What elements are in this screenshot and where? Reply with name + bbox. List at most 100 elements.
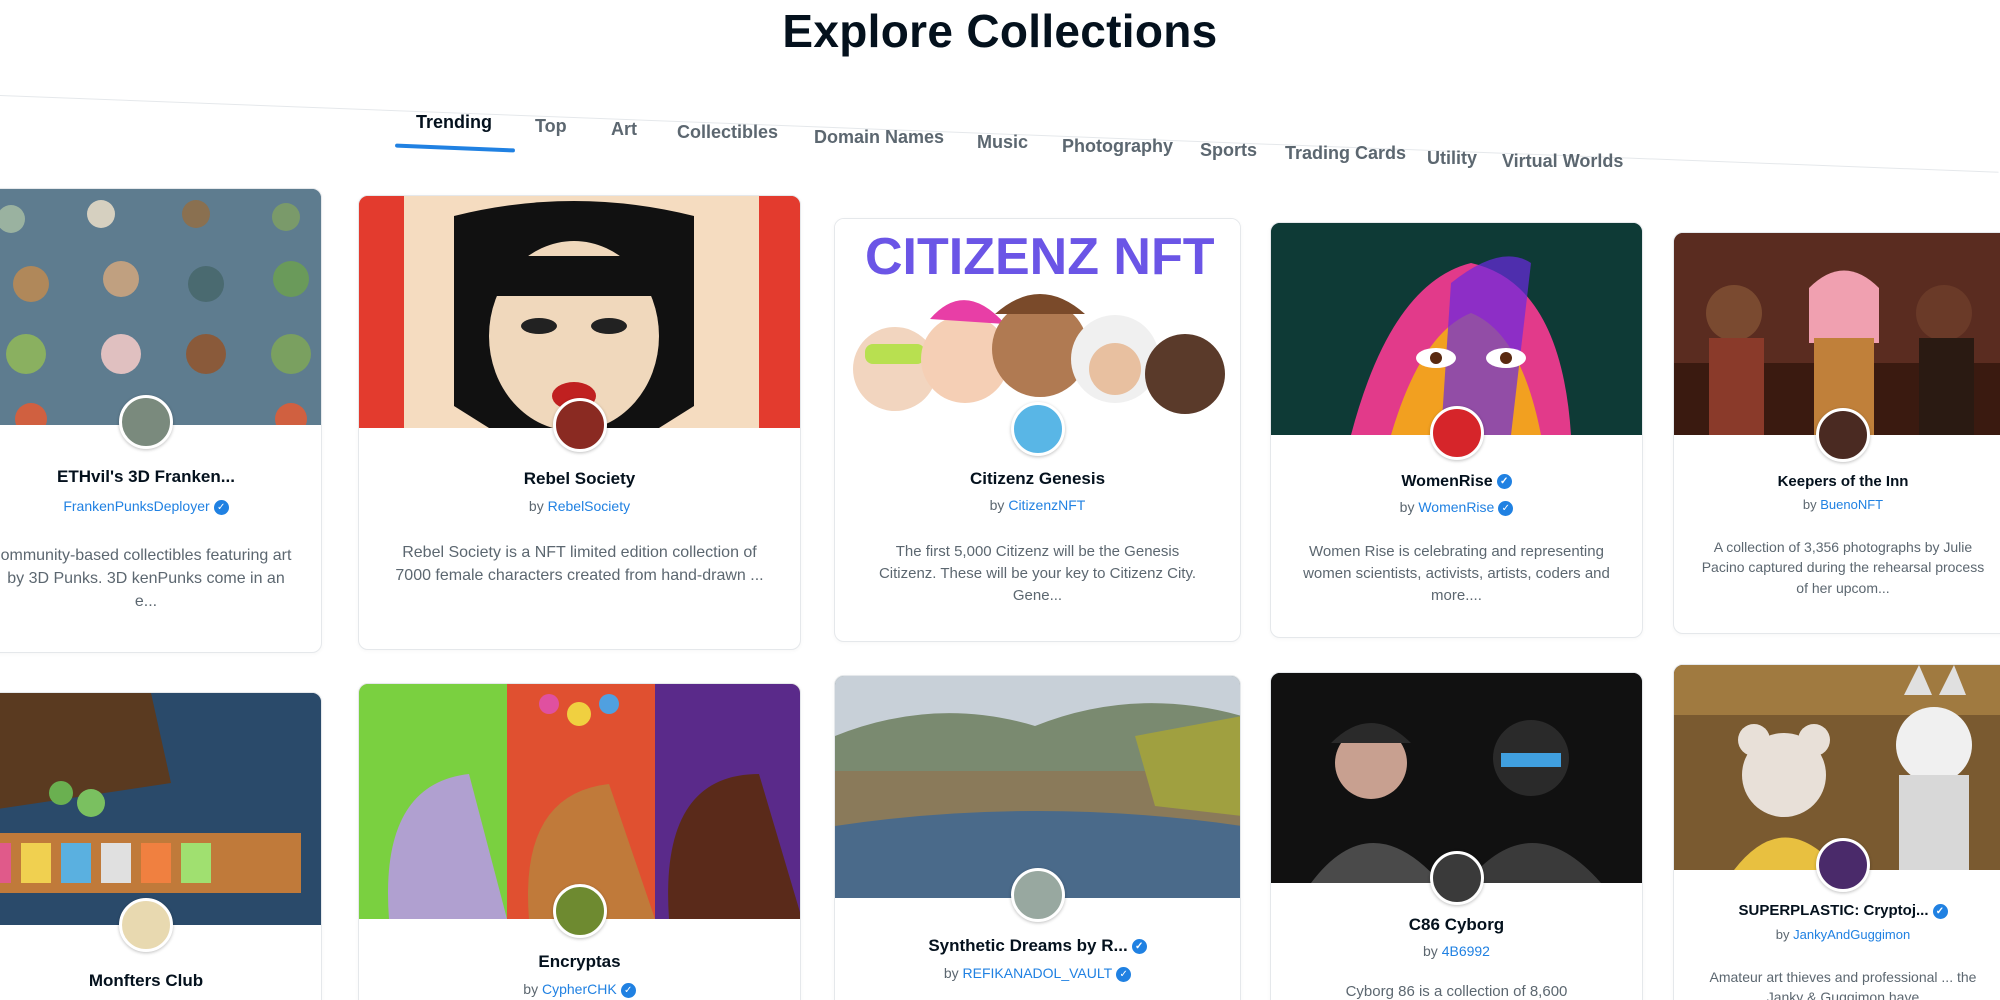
collection-name-text[interactable]: SUPERPLASTIC: Cryptoj... [1738, 902, 1928, 919]
collection-avatar[interactable] [1429, 406, 1484, 460]
collection-card[interactable]: Synthetic Dreams by R... ✓ by REFIKANADOL… [834, 675, 1241, 1000]
collection-description: Amateur art thieves and professional ...… [1709, 969, 1977, 1000]
collection-banner [359, 196, 800, 428]
creator-link[interactable]: REFIKANADOL_VAULT [963, 965, 1113, 981]
tab-domain-names[interactable]: Domain Names [814, 127, 944, 148]
byline-prefix: by [1399, 499, 1415, 515]
byline-prefix: by [1775, 927, 1790, 942]
banner-artwork [0, 189, 321, 425]
verified-badge-icon: ✓ [1116, 966, 1132, 982]
banner-artwork [1674, 233, 2000, 435]
tab-virtual-worlds[interactable]: Virtual Worlds [1502, 151, 1623, 172]
collection-banner [835, 676, 1240, 898]
tab-trending[interactable]: Trending [416, 112, 492, 133]
collection-card[interactable]: Keepers of the Inn by BuenoNFT A collect… [1673, 232, 2000, 634]
creator-link[interactable]: 4B6992 [1442, 943, 1490, 959]
collection-name-text[interactable]: WomenRise [1401, 473, 1492, 490]
collection-description: A collection of 3,356 photographs by Jul… [1701, 539, 1985, 596]
collection-banner: CITIZENZ NFT [835, 219, 1240, 431]
tab-collectibles[interactable]: Collectibles [677, 122, 778, 143]
collection-avatar[interactable] [1429, 851, 1484, 905]
collection-byline: by BuenoNFT [1674, 497, 2000, 512]
collection-avatar[interactable] [552, 884, 607, 938]
collection-name[interactable]: Rebel Society [359, 469, 800, 489]
verified-badge-icon: ✓ [1496, 474, 1512, 490]
banner-artwork [359, 196, 800, 428]
tab-trading-cards[interactable]: Trading Cards [1285, 143, 1406, 164]
tab-sports[interactable]: Sports [1200, 140, 1257, 161]
collection-description: Women Rise is celebrating and representi… [1303, 543, 1610, 604]
creator-link[interactable]: FrankenPunksDeployer [63, 498, 209, 514]
collection-name[interactable]: Citizenz Genesis [835, 469, 1240, 489]
collection-name[interactable]: ETHvil's 3D Franken... [0, 467, 321, 487]
page-title: Explore Collections [782, 5, 1218, 57]
verified-badge-icon: ✓ [620, 982, 636, 998]
creator-link[interactable]: JankyAndGuggimon [1793, 927, 1910, 942]
verified-badge-icon: ✓ [1932, 903, 1948, 919]
verified-badge-icon: ✓ [1498, 500, 1514, 516]
tab-music[interactable]: Music [977, 132, 1028, 153]
collection-byline: by 4B6992 [1271, 943, 1642, 959]
creator-link[interactable]: RebelSociety [548, 498, 631, 514]
collection-avatar[interactable] [1010, 868, 1065, 922]
collection-name[interactable]: Monfters Club [0, 971, 321, 991]
collection-description: ommunity-based collectibles featuring ar… [0, 547, 292, 611]
collection-byline: by CitizenzNFT [835, 497, 1240, 513]
collection-name[interactable]: SUPERPLASTIC: Cryptoj... ✓ [1674, 902, 2000, 919]
collection-card[interactable]: C86 Cyborg by 4B6992 Cyborg 86 is a coll… [1270, 672, 1643, 1000]
collection-banner [1271, 223, 1642, 435]
collection-card[interactable]: Monfters Club [0, 692, 322, 1000]
collection-name[interactable]: Encryptas [359, 952, 800, 972]
byline-prefix: by [523, 981, 539, 997]
collection-avatar[interactable] [1010, 402, 1065, 456]
collection-name[interactable]: C86 Cyborg [1271, 915, 1642, 935]
byline-prefix: by [1802, 497, 1817, 512]
collection-byline: by CypherCHK ✓ [359, 981, 800, 998]
banner-artwork [835, 676, 1240, 898]
collection-byline: FrankenPunksDeployer ✓ [0, 498, 321, 515]
byline-prefix: by [1423, 943, 1438, 959]
collection-byline: by JankyAndGuggimon [1674, 927, 2000, 942]
collection-avatar[interactable] [1816, 838, 1870, 892]
active-tab-indicator [394, 143, 516, 153]
collection-banner [1674, 233, 2000, 435]
collection-card[interactable]: CITIZENZ NFT Citizenz Genesis by Citizen… [834, 218, 1241, 642]
collection-description: Cyborg 86 is a collection of 8,600 [1345, 983, 1568, 1000]
byline-prefix: by [943, 965, 959, 981]
banner-title: CITIZENZ NFT [865, 228, 1215, 286]
tab-art[interactable]: Art [611, 119, 637, 140]
verified-badge-icon: ✓ [1131, 939, 1147, 955]
tab-photography[interactable]: Photography [1062, 136, 1173, 157]
collection-banner [0, 693, 321, 925]
collection-name[interactable]: Keepers of the Inn [1674, 473, 2000, 490]
collection-card[interactable]: SUPERPLASTIC: Cryptoj... ✓ by JankyAndGug… [1673, 664, 2000, 1000]
collection-card[interactable]: Rebel Society by RebelSociety Rebel Soci… [358, 195, 801, 650]
banner-artwork [0, 693, 321, 925]
collection-name-text[interactable]: Synthetic Dreams by R... [928, 936, 1127, 955]
byline-prefix: by [989, 497, 1005, 513]
creator-link[interactable]: BuenoNFT [1820, 497, 1883, 512]
creator-link[interactable]: CypherCHK [542, 981, 617, 997]
collection-avatar[interactable] [119, 395, 173, 449]
collection-card[interactable]: WomenRise ✓ by WomenRise ✓ Women Rise is c… [1270, 222, 1643, 638]
collection-byline: by REFIKANADOL_VAULT ✓ [835, 965, 1240, 982]
verified-badge-icon: ✓ [213, 499, 229, 515]
tab-top[interactable]: Top [535, 116, 567, 137]
collection-description: Rebel Society is a NFT limited edition c… [395, 544, 764, 585]
collection-avatar[interactable] [1816, 408, 1870, 462]
collection-avatar[interactable] [119, 898, 173, 952]
collection-name[interactable]: Synthetic Dreams by R... ✓ [835, 936, 1240, 956]
tab-utility[interactable]: Utility [1427, 148, 1477, 169]
creator-link[interactable]: CitizenzNFT [1008, 497, 1085, 513]
collection-avatar[interactable] [552, 398, 607, 452]
collection-banner [0, 189, 321, 425]
collection-card[interactable]: Encryptas by CypherCHK ✓ [358, 683, 801, 1000]
collection-description: The first 5,000 Citizenz will be the Gen… [878, 543, 1197, 604]
byline-prefix: by [528, 498, 544, 514]
collection-byline: by WomenRise ✓ [1271, 499, 1642, 516]
collection-card[interactable]: ETHvil's 3D Franken... FrankenPunksDeplo… [0, 188, 322, 653]
banner-artwork [1271, 223, 1642, 435]
collection-byline: by RebelSociety [359, 498, 800, 514]
collection-name[interactable]: WomenRise ✓ [1271, 473, 1642, 491]
creator-link[interactable]: WomenRise [1418, 499, 1494, 515]
